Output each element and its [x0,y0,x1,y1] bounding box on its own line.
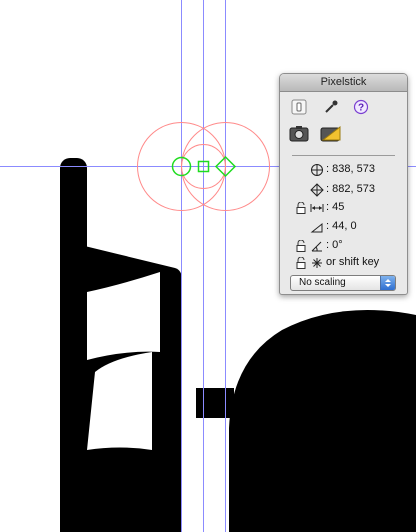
distance-arrows-icon [310,201,324,215]
chevron-updown-icon[interactable] [380,276,395,290]
delta-value: : 44, 0 [326,220,357,232]
help-icon[interactable]: ? [352,98,370,116]
toggle-switch-icon[interactable] [290,98,308,116]
svg-text:?: ? [358,103,364,114]
separator [292,155,395,156]
angle-value: : 0° [326,239,343,251]
delta-row: : 44, 0 [280,219,407,235]
start-point-value: : 838, 573 [326,163,375,175]
scaling-select-label: No scaling [299,277,346,288]
window-title[interactable]: Pixelstick [280,74,407,92]
lock-icon[interactable] [296,256,306,269]
lock-icon[interactable] [296,239,306,252]
pixelstick-window[interactable]: Pixelstick ? : 838, 573 : 882, 573: 45 … [279,73,408,295]
lock-icon[interactable] [296,201,306,214]
distance-row: : 45 [280,200,407,216]
constrain-hint: or shift key [326,256,380,268]
end-point-value: : 882, 573 [326,183,375,195]
angle-icon [310,239,324,253]
slope-triangle-icon [310,220,324,234]
distance-value: : 45 [326,201,345,213]
constrain-row: or shift key [280,255,407,271]
ruler-camera-icon[interactable] [320,124,342,144]
crosshair-diamond-icon [310,183,324,197]
asterisk-icon [310,256,324,270]
camera-icon[interactable] [289,124,309,144]
scaling-select[interactable]: No scaling [290,275,396,291]
angle-row: : 0° [280,238,407,254]
end-point-row: : 882, 573 [280,182,407,198]
start-point-row: : 838, 573 [280,162,407,178]
crosshair-circle-icon [310,163,324,177]
eyedropper-icon[interactable] [322,98,340,116]
